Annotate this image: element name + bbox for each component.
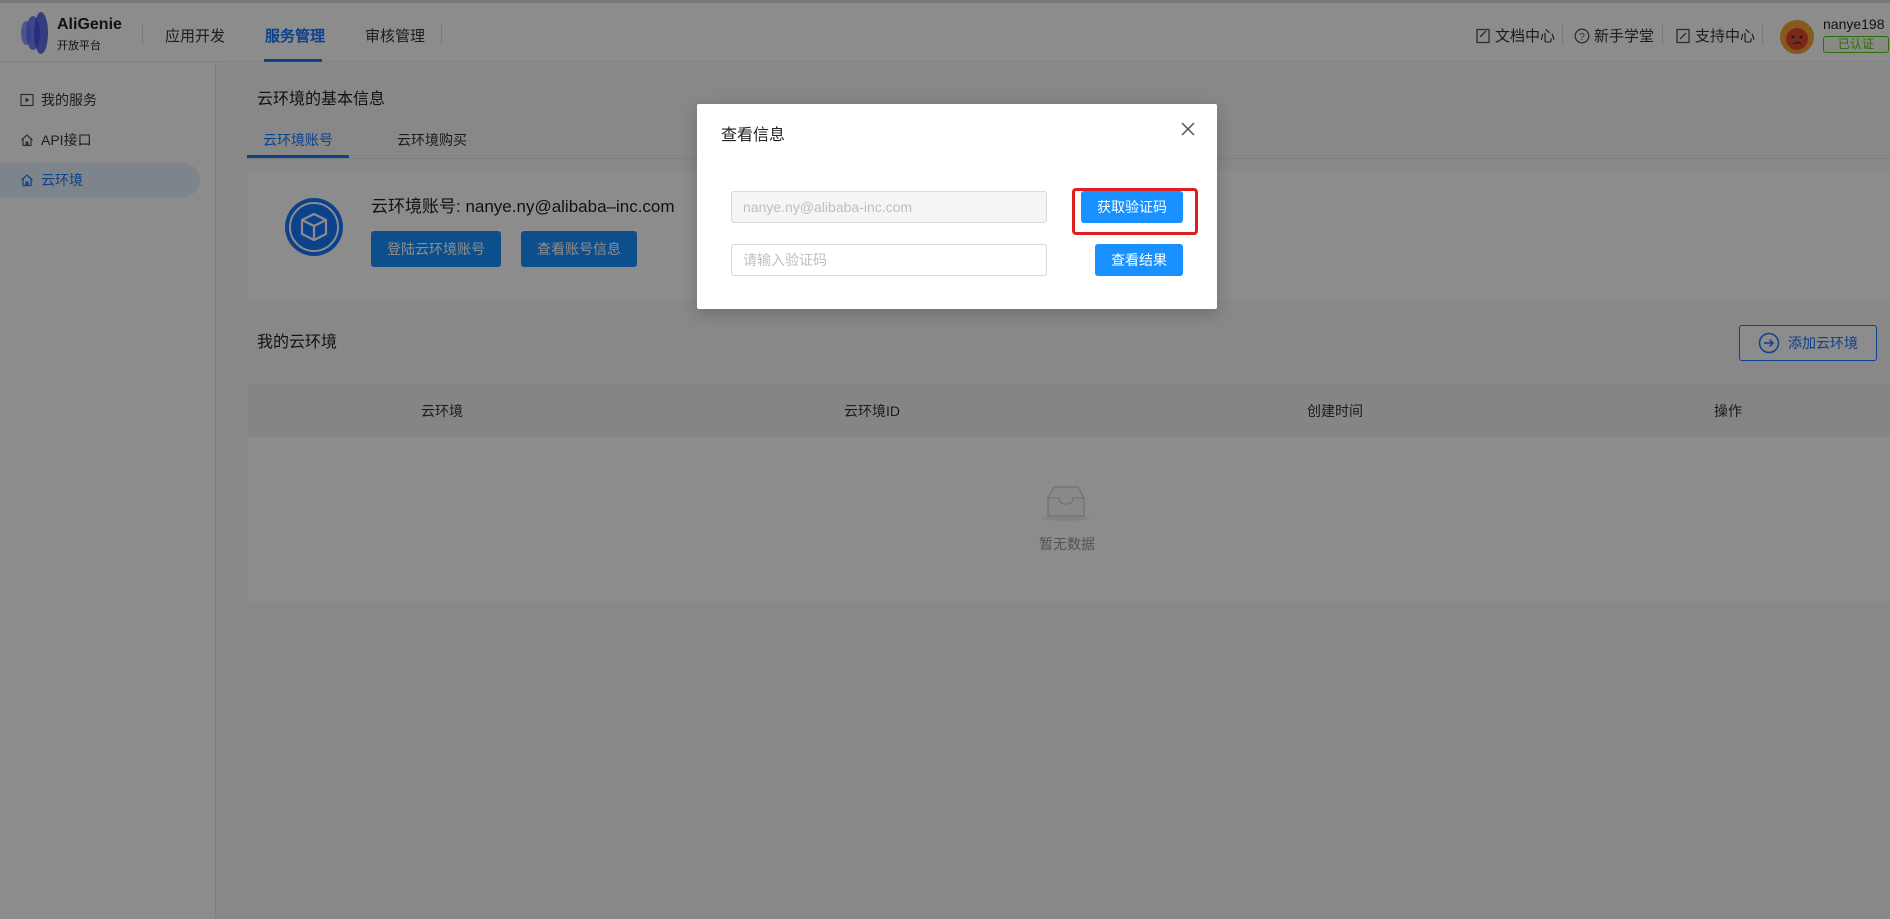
modal-title: 查看信息 bbox=[721, 127, 786, 144]
annotation-highlight-box bbox=[1072, 188, 1198, 235]
view-result-button[interactable]: 查看结果 bbox=[1095, 244, 1183, 276]
verification-code-input[interactable] bbox=[731, 244, 1047, 276]
close-icon[interactable] bbox=[1179, 120, 1197, 138]
email-field[interactable] bbox=[731, 191, 1047, 223]
